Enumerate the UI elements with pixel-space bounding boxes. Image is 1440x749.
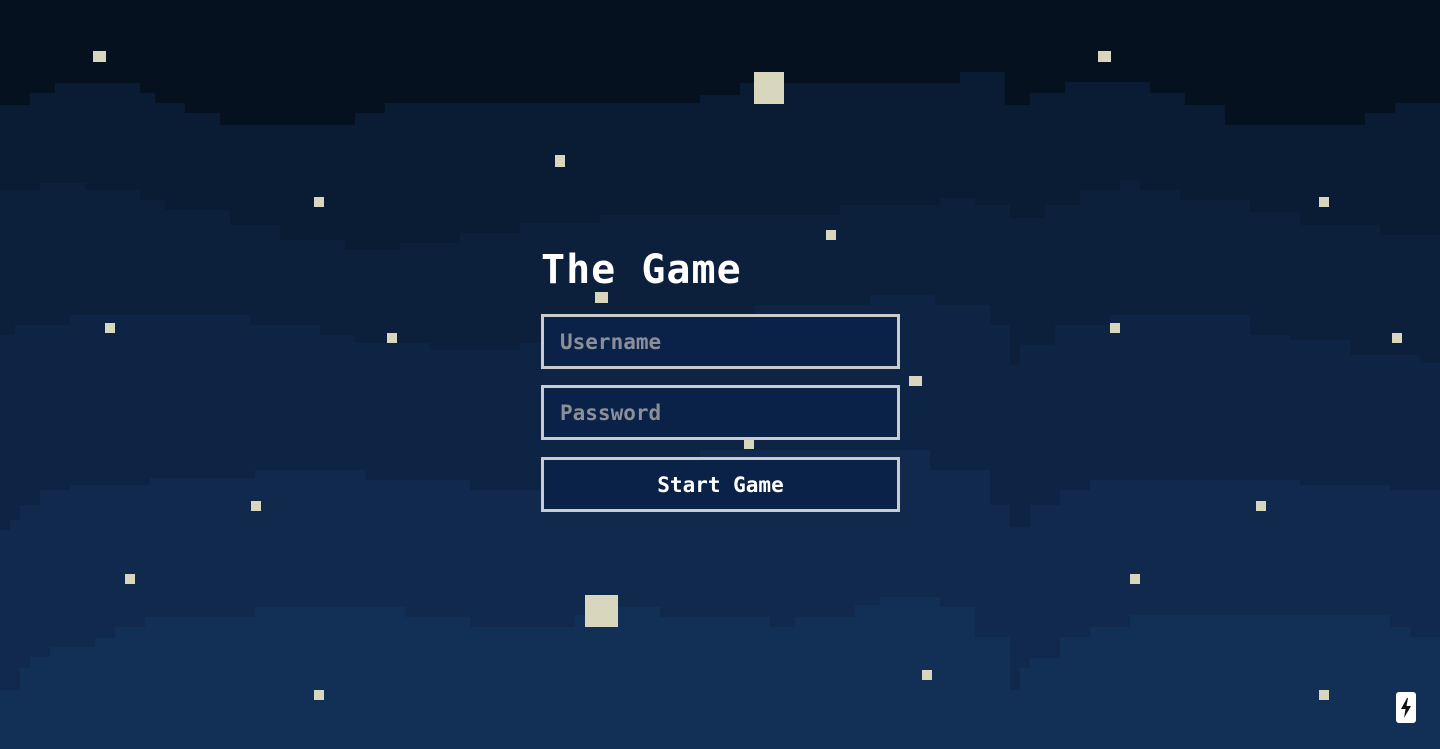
star (1319, 690, 1329, 700)
star (909, 376, 922, 386)
login-form: The Game Start Game (541, 246, 900, 512)
star (314, 690, 324, 700)
star (125, 574, 135, 584)
star (1098, 51, 1111, 62)
star (754, 72, 784, 104)
game-scene: The Game Start Game (0, 0, 1440, 749)
sky-band-5 (0, 597, 1440, 749)
password-input[interactable] (541, 385, 900, 440)
start-game-button[interactable]: Start Game (541, 457, 900, 512)
star (1110, 323, 1120, 333)
game-title: The Game (541, 247, 742, 293)
username-input[interactable] (541, 314, 900, 369)
star (1392, 333, 1402, 343)
star (314, 197, 324, 207)
star (555, 155, 565, 167)
star (585, 595, 618, 627)
star (1319, 197, 1329, 207)
star (93, 51, 106, 62)
star (387, 333, 397, 343)
star (251, 501, 261, 511)
star (1256, 501, 1266, 511)
lightning-bolt-icon (1401, 697, 1411, 718)
star (826, 230, 836, 240)
star (1130, 574, 1140, 584)
lightning-badge[interactable] (1396, 692, 1416, 723)
star (922, 670, 932, 680)
star (105, 323, 115, 333)
